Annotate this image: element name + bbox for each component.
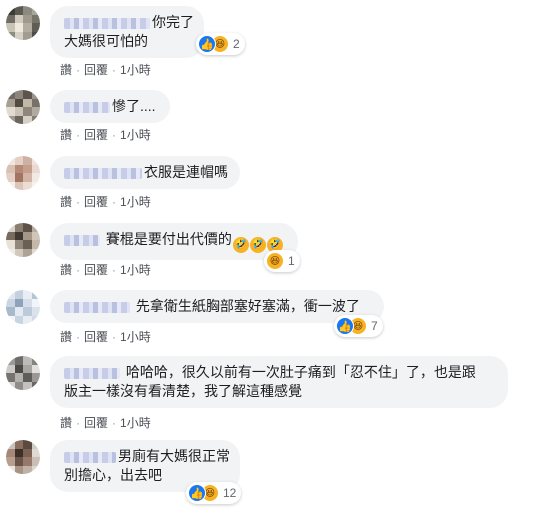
reaction-count: 7 — [371, 319, 378, 333]
timestamp[interactable]: 1小時 — [120, 416, 151, 430]
separator-dot: · — [76, 416, 81, 430]
comment-actions: 讚 · 回覆 · 1小時 — [60, 61, 151, 78]
separator-dot: · — [76, 263, 81, 277]
reply-link[interactable]: 回覆 — [84, 263, 108, 277]
reaction-summary[interactable]: 👍 😆 7 — [334, 315, 383, 337]
avatar[interactable] — [6, 223, 40, 257]
comment-actions: 讚 · 回覆 · 1小時 — [60, 193, 151, 210]
comment-text: 衣服是連帽嗎 — [144, 164, 228, 180]
commenter-name[interactable] — [64, 101, 110, 113]
avatar[interactable] — [6, 156, 40, 190]
reaction-count: 2 — [233, 37, 240, 51]
avatar[interactable] — [6, 6, 40, 40]
separator-dot: · — [112, 63, 117, 77]
comment-bubble: 賽棍是要付出代價的 🤣 🤣 🤣 — [50, 223, 298, 260]
reply-link[interactable]: 回覆 — [84, 416, 108, 430]
separator-dot: · — [112, 195, 117, 209]
like-icon: 👍 — [188, 484, 206, 502]
reaction-count: 1 — [288, 254, 295, 268]
comment-text: 先拿衛生紙胸部塞好塞滿，衝一波了 — [135, 298, 360, 314]
separator-dot: · — [112, 330, 117, 344]
comment-actions: 讚 · 回覆 · 1小時 — [60, 126, 151, 143]
reply-link[interactable]: 回覆 — [84, 128, 108, 142]
like-link[interactable]: 讚 — [60, 263, 72, 277]
reply-link[interactable]: 回覆 — [84, 330, 108, 344]
like-link[interactable]: 讚 — [60, 416, 72, 430]
like-link[interactable]: 讚 — [60, 195, 72, 209]
rofl-emoji-icon: 🤣 — [249, 237, 266, 253]
reaction-summary[interactable]: 👍 😆 2 — [196, 33, 245, 55]
timestamp[interactable]: 1小時 — [120, 63, 151, 77]
avatar[interactable] — [6, 440, 40, 474]
comment-text: 慘了.... — [112, 98, 156, 114]
separator-dot: · — [76, 63, 81, 77]
reaction-summary[interactable]: 😆 1 — [264, 250, 300, 272]
comment-bubble: 衣服是連帽嗎 — [50, 156, 240, 189]
like-link[interactable]: 讚 — [60, 128, 72, 142]
comment-text: 男廁有大媽很正常 — [118, 448, 230, 464]
comment-text: 哈哈哈，很久以前有一次肚子痛到「忍不住」了，也是跟 — [125, 364, 476, 380]
like-link[interactable]: 讚 — [60, 63, 72, 77]
separator-dot: · — [112, 128, 117, 142]
like-icon: 👍 — [198, 35, 216, 53]
separator-dot: · — [76, 195, 81, 209]
comment-actions: 讚 · 回覆 · 1小時 — [60, 328, 151, 345]
commenter-name[interactable] — [64, 451, 116, 463]
reply-link[interactable]: 回覆 — [84, 63, 108, 77]
comment-bubble: 哈哈哈，很久以前有一次肚子痛到「忍不住」了，也是跟 版主一樣沒有看清楚，我了解這… — [50, 356, 508, 408]
comment-text: 版主一樣沒有看清楚，我了解這種感覺 — [64, 383, 302, 399]
comment-bubble: 先拿衛生紙胸部塞好塞滿，衝一波了 — [50, 290, 384, 323]
commenter-name[interactable] — [64, 301, 130, 313]
comment-line: 先拿衛生紙胸部塞好塞滿，衝一波了 — [64, 297, 370, 316]
timestamp[interactable]: 1小時 — [120, 195, 151, 209]
comment-line: 慘了.... — [64, 97, 156, 116]
comment-bubble: 慘了.... — [50, 90, 170, 123]
comment-text: 賽棍是要付出代價的 — [105, 231, 232, 247]
like-icon: 👍 — [336, 317, 354, 335]
comment-text: 大媽很可怕的 — [64, 33, 148, 49]
comment-text: 你完了 — [152, 14, 194, 30]
commenter-name[interactable] — [64, 367, 120, 379]
avatar[interactable] — [6, 290, 40, 324]
avatar[interactable] — [6, 356, 40, 390]
timestamp[interactable]: 1小時 — [120, 330, 151, 344]
rofl-emoji-icon: 🤣 — [232, 237, 249, 253]
separator-dot: · — [76, 330, 81, 344]
like-link[interactable]: 讚 — [60, 330, 72, 344]
comment-line: 哈哈哈，很久以前有一次肚子痛到「忍不住」了，也是跟 — [64, 363, 494, 382]
commenter-name[interactable] — [64, 17, 150, 29]
comment-actions: 讚 · 回覆 · 1小時 — [60, 261, 151, 278]
comment-line: 賽棍是要付出代價的 🤣 🤣 🤣 — [64, 230, 284, 253]
commenter-name[interactable] — [64, 167, 142, 179]
comment-bubble: 你完了 大媽很可怕的 — [50, 6, 204, 58]
separator-dot: · — [112, 416, 117, 430]
reaction-count: 12 — [223, 486, 237, 500]
comment-line: 衣服是連帽嗎 — [64, 163, 228, 182]
reply-link[interactable]: 回覆 — [84, 195, 108, 209]
comment-line: 男廁有大媽很正常 — [64, 447, 230, 466]
comment-line: 你完了 — [64, 13, 194, 32]
reaction-summary[interactable]: 👍 😆 12 — [186, 482, 242, 504]
avatar[interactable] — [6, 90, 40, 124]
commenter-name[interactable] — [64, 234, 100, 246]
haha-icon: 😆 — [266, 252, 284, 270]
timestamp[interactable]: 1小時 — [120, 128, 151, 142]
timestamp[interactable]: 1小時 — [120, 263, 151, 277]
comment-actions: 讚 · 回覆 · 1小時 — [60, 414, 151, 431]
separator-dot: · — [76, 128, 81, 142]
separator-dot: · — [112, 263, 117, 277]
